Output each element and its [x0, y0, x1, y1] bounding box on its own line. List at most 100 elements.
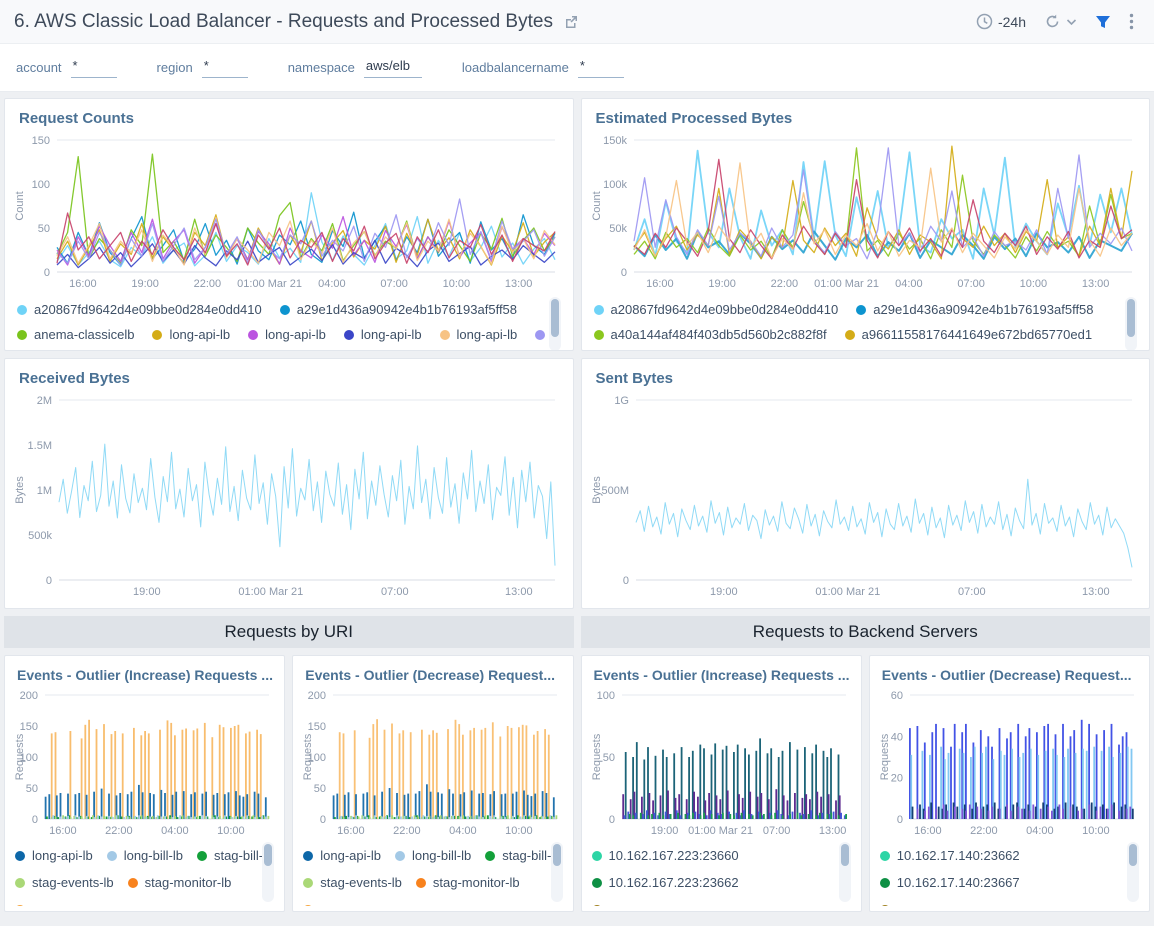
legend-item[interactable]: a29e1d436a90942e4b1b76193af5ff58 — [856, 302, 1093, 317]
svg-text:Requests: Requests — [591, 733, 603, 780]
legend-item[interactable]: long-api-lb — [344, 327, 422, 342]
legend-item[interactable]: long-api-lb — [15, 848, 93, 863]
share-icon[interactable] — [563, 14, 579, 30]
svg-text:22:00: 22:00 — [970, 825, 998, 837]
svg-text:01:00 Mar 21: 01:00 Mar 21 — [238, 586, 303, 598]
legend-scrollbar[interactable] — [1127, 842, 1139, 902]
legend-scrollbar-thumb[interactable] — [553, 844, 561, 866]
legend-label: a29e1d436a90942e4b1b76193af5ff58 — [873, 302, 1093, 317]
legend-scrollbar[interactable] — [551, 842, 563, 902]
legend-scrollbar[interactable] — [549, 297, 561, 351]
events-outlier-decrease-backend-chart[interactable]: 0204060Requests16:0022:0004:0010:00 — [876, 687, 1144, 839]
panel-request-counts: Request Counts 050100150Count16:0019:002… — [4, 98, 574, 351]
legend-scrollbar-thumb[interactable] — [1127, 299, 1135, 337]
legend: a20867fd9642d4e09bbe0d284e0dd410 a29e1d43… — [594, 297, 1138, 351]
legend-item[interactable] — [592, 905, 602, 907]
legend-scrollbar[interactable] — [839, 842, 851, 902]
filter-namespace-input[interactable]: aws/elb — [364, 58, 422, 78]
panel-estimated-processed-bytes: Estimated Processed Bytes 050k100k150kCo… — [581, 98, 1151, 351]
legend-item[interactable]: long-bill-lb — [395, 848, 471, 863]
legend-label: long-api-lb — [169, 327, 230, 342]
svg-text:22:00: 22:00 — [770, 278, 798, 290]
legend-item[interactable] — [880, 905, 890, 907]
legend-item[interactable]: long-bill-lb — [107, 848, 183, 863]
legend-item[interactable]: 10.162.17.140:23662 — [880, 848, 1020, 863]
svg-text:500k: 500k — [28, 530, 52, 542]
legend-item[interactable]: 10.162.17.140:23667 — [880, 875, 1020, 890]
filter-loadbalancername[interactable]: loadbalancername * — [462, 58, 624, 78]
filter-account[interactable]: account * — [16, 58, 117, 78]
legend-scrollbar-thumb[interactable] — [1129, 844, 1137, 866]
legend-item[interactable]: 10.162.167.223:23662 — [592, 875, 739, 890]
events-outlier-increase-uri-chart[interactable]: 050100150200Requests16:0022:0004:0010:00 — [11, 687, 279, 839]
legend-item[interactable]: long-api-lb — [152, 327, 230, 342]
svg-text:500M: 500M — [601, 485, 629, 497]
svg-text:16:00: 16:00 — [337, 825, 365, 837]
svg-text:10:00: 10:00 — [1019, 278, 1047, 290]
legend-item[interactable]: 10.162.167.223:23660 — [592, 848, 739, 863]
legend-item[interactable]: long-api-lb — [303, 848, 381, 863]
legend: 10.162.167.223:23660 10.162.167.223:23662 — [592, 842, 851, 906]
legend-item[interactable]: a29e1d436a90942e4b1b76193af5ff58 — [280, 302, 517, 317]
legend-item[interactable]: a20867fd9642d4e09bbe0d284e0dd410 — [17, 302, 262, 317]
filter-region[interactable]: region * — [157, 58, 248, 78]
legend-dot — [303, 851, 313, 861]
legend-item[interactable]: a20867fd9642d4e09bbe0d284e0dd410 — [594, 302, 839, 317]
legend-dot — [856, 305, 866, 315]
legend-dot — [594, 305, 604, 315]
received-bytes-chart[interactable]: 0500k1M1.5M2MBytes19:0001:00 Mar 2107:00… — [11, 392, 565, 600]
svg-text:13:00: 13:00 — [1081, 278, 1109, 290]
svg-text:150: 150 — [20, 721, 38, 733]
svg-text:Bytes: Bytes — [591, 476, 603, 504]
svg-text:13:00: 13:00 — [1082, 586, 1110, 598]
estimated-processed-bytes-chart[interactable]: 050k100k150kCount16:0019:0022:0001:00 Ma… — [588, 132, 1142, 292]
legend-scrollbar-thumb[interactable] — [264, 844, 272, 866]
legend-scrollbar-thumb[interactable] — [841, 844, 849, 866]
panel-title: Events - Outlier (Increase) Requests ... — [5, 656, 284, 685]
filter-namespace[interactable]: namespace aws/elb — [288, 58, 422, 78]
svg-text:10:00: 10:00 — [443, 278, 471, 290]
legend-item[interactable] — [15, 905, 25, 907]
svg-text:1G: 1G — [614, 395, 629, 407]
svg-text:19:00: 19:00 — [710, 586, 738, 598]
legend-scrollbar[interactable] — [1125, 297, 1137, 351]
legend-dot — [107, 851, 117, 861]
svg-text:07:00: 07:00 — [381, 586, 409, 598]
svg-text:0: 0 — [46, 575, 52, 587]
legend-label: 10.162.167.223:23660 — [609, 848, 739, 863]
kebab-menu-icon[interactable] — [1123, 9, 1140, 34]
svg-text:0: 0 — [320, 814, 326, 826]
events-outlier-decrease-uri-chart[interactable]: 050100150200Requests16:0022:0004:0010:00 — [299, 687, 567, 839]
legend: 10.162.17.140:23662 10.162.17.140:23667 — [880, 842, 1139, 906]
filter-account-input[interactable]: * — [71, 58, 117, 78]
filter-loadbalancername-input[interactable]: * — [578, 58, 624, 78]
events-outlier-increase-backend-chart[interactable]: 050100Requests19:0001:00 Mar 2107:0013:0… — [588, 687, 856, 839]
svg-text:Count: Count — [591, 191, 603, 220]
legend-item[interactable]: a40a144af484f403db5d560b2c882f8f — [594, 327, 827, 342]
request-counts-chart[interactable]: 050100150Count16:0019:0022:0001:00 Mar 2… — [11, 132, 565, 292]
legend-scrollbar-thumb[interactable] — [551, 299, 559, 337]
legend-dot — [395, 851, 405, 861]
time-range-button[interactable]: -24h — [970, 9, 1032, 34]
legend-item[interactable]: stag-events-lb — [303, 875, 402, 890]
legend-item[interactable]: stag-events-lb — [15, 875, 114, 890]
legend-item[interactable]: stag-monitor-lb — [416, 875, 520, 890]
filter-button[interactable] — [1089, 10, 1117, 34]
legend-item[interactable]: stag-monitor-lb — [128, 875, 232, 890]
filter-region-input[interactable]: * — [202, 58, 248, 78]
section-header-requests-to-backend-servers: Requests to Backend Servers — [581, 616, 1151, 648]
legend-item[interactable]: anema-classicelb — [17, 327, 134, 342]
legend-item[interactable]: long-api-lb — [248, 327, 326, 342]
filter-label: loadbalancername — [462, 60, 569, 78]
refresh-button[interactable] — [1038, 9, 1083, 34]
legend-item[interactable]: long-api-lb — [440, 327, 518, 342]
legend-label: stag-events-lb — [32, 875, 114, 890]
legend-item[interactable] — [303, 905, 313, 907]
svg-text:Requests: Requests — [879, 733, 891, 780]
legend-dot — [197, 851, 207, 861]
svg-text:04:00: 04:00 — [895, 278, 923, 290]
legend-scrollbar[interactable] — [262, 842, 274, 902]
legend-item[interactable]: a96611558176441649e672bd65770ed1 — [845, 327, 1092, 342]
sent-bytes-chart[interactable]: 0500M1GBytes19:0001:00 Mar 2107:0013:00 — [588, 392, 1142, 600]
legend-label: stag-monitor-lb — [433, 875, 520, 890]
